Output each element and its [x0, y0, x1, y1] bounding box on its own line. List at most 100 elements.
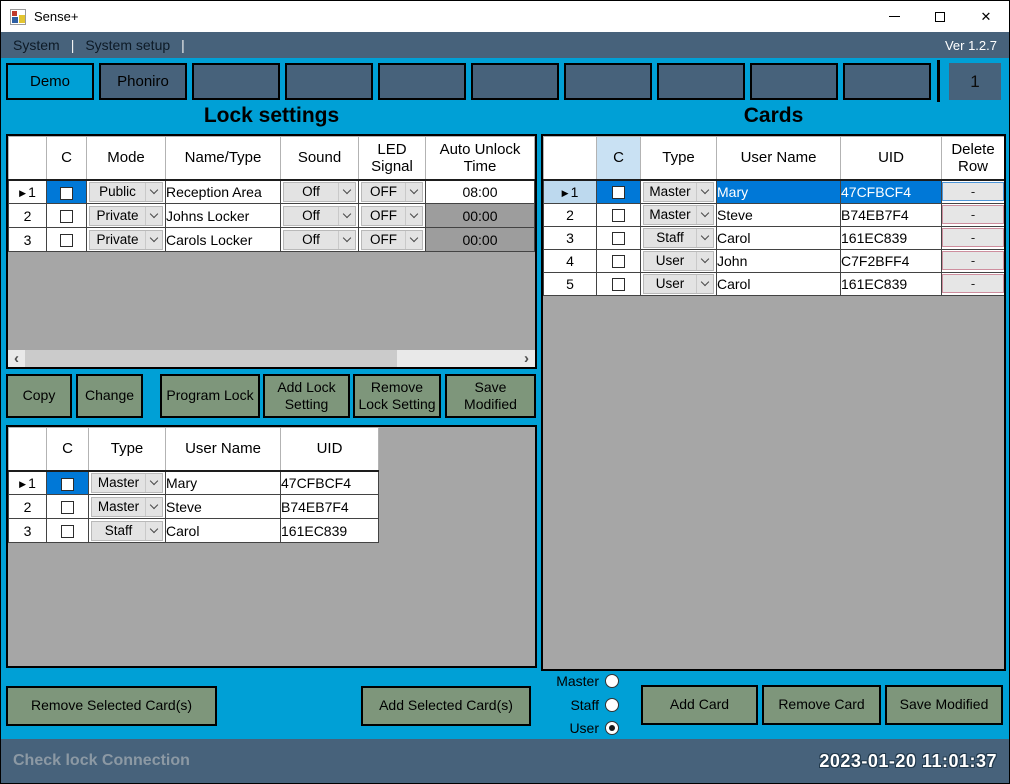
uid-cell[interactable]: 161EC839 — [841, 226, 942, 249]
row-header[interactable]: 2 — [9, 495, 47, 519]
tab-empty-9[interactable] — [750, 63, 838, 100]
user-name-cell[interactable]: Carol — [717, 272, 841, 295]
maximize-button[interactable] — [917, 1, 963, 32]
checkbox[interactable] — [60, 234, 73, 247]
led-dropdown[interactable]: OFF — [361, 230, 423, 250]
tab-empty-10[interactable] — [843, 63, 931, 100]
save-modified-cards-button[interactable]: Save Modified — [885, 685, 1003, 725]
uid-cell[interactable]: 161EC839 — [281, 519, 379, 543]
delete-row-button[interactable]: - — [942, 182, 1004, 201]
copy-button[interactable]: Copy — [6, 374, 72, 418]
row-header[interactable]: ▶1 — [544, 180, 597, 204]
chevron-down-icon[interactable] — [405, 231, 422, 249]
checkbox-cell[interactable] — [47, 204, 87, 228]
row-header[interactable]: 3 — [544, 226, 597, 249]
auto-unlock-time-cell[interactable]: 00:00 — [426, 228, 535, 252]
type-dropdown[interactable]: Master — [91, 473, 163, 493]
chevron-down-icon[interactable] — [338, 207, 355, 225]
delete-row-button[interactable]: - — [942, 251, 1004, 270]
scroll-left-arrow[interactable]: ‹ — [8, 350, 25, 367]
auto-unlock-time-cell[interactable]: 08:00 — [426, 180, 535, 204]
scroll-right-arrow[interactable]: › — [518, 350, 535, 367]
scrollbar-thumb[interactable] — [25, 350, 397, 367]
type-dropdown[interactable]: Master — [91, 497, 163, 517]
chevron-down-icon[interactable] — [145, 231, 162, 249]
chevron-down-icon[interactable] — [696, 183, 713, 201]
checkbox[interactable] — [60, 187, 73, 200]
tab-empty-4[interactable] — [285, 63, 373, 100]
led-dropdown[interactable]: OFF — [361, 182, 423, 202]
add-selected-cards-button[interactable]: Add Selected Card(s) — [361, 686, 531, 726]
radio-button-icon[interactable] — [605, 674, 619, 688]
chevron-down-icon[interactable] — [696, 206, 713, 224]
checkbox[interactable] — [61, 525, 74, 538]
close-button[interactable]: ✕ — [963, 1, 1009, 32]
add-lock-setting-button[interactable]: Add Lock Setting — [263, 374, 350, 418]
chevron-down-icon[interactable] — [145, 474, 162, 492]
checkbox-cell[interactable] — [597, 272, 641, 295]
user-name-cell[interactable]: Steve — [717, 203, 841, 226]
menu-item-system[interactable]: System — [13, 37, 60, 53]
checkbox[interactable] — [61, 501, 74, 514]
minimize-button[interactable] — [871, 1, 917, 32]
row-header[interactable]: 3 — [9, 519, 47, 543]
uid-cell[interactable]: 47CFBCF4 — [841, 180, 942, 204]
tab-phoniro[interactable]: Phoniro — [99, 63, 187, 100]
add-card-button[interactable]: Add Card — [641, 685, 758, 725]
chevron-down-icon[interactable] — [338, 183, 355, 201]
menu-item-system-setup[interactable]: System setup — [85, 37, 170, 53]
save-modified-lock-button[interactable]: Save Modified — [445, 374, 536, 418]
radio-button-icon[interactable] — [605, 721, 619, 735]
sound-dropdown[interactable]: Off — [283, 182, 356, 202]
chevron-down-icon[interactable] — [696, 252, 713, 270]
tab-empty-3[interactable] — [192, 63, 280, 100]
sound-dropdown[interactable]: Off — [283, 206, 356, 226]
checkbox[interactable] — [612, 278, 625, 291]
delete-row-button[interactable]: - — [942, 274, 1004, 293]
checkbox[interactable] — [612, 209, 625, 222]
name-cell[interactable]: Carols Locker — [166, 228, 281, 252]
user-name-cell[interactable]: Carol — [717, 226, 841, 249]
checkbox[interactable] — [612, 186, 625, 199]
uid-cell[interactable]: 161EC839 — [841, 272, 942, 295]
chevron-down-icon[interactable] — [338, 231, 355, 249]
row-header[interactable]: 5 — [544, 272, 597, 295]
led-dropdown[interactable]: OFF — [361, 206, 423, 226]
remove-card-button[interactable]: Remove Card — [762, 685, 881, 725]
checkbox[interactable] — [612, 255, 625, 268]
checkbox-cell[interactable] — [47, 471, 89, 495]
tab-empty-5[interactable] — [378, 63, 466, 100]
horizontal-scrollbar[interactable]: ‹ › — [8, 350, 535, 367]
sound-dropdown[interactable]: Off — [283, 230, 356, 250]
chevron-down-icon[interactable] — [145, 498, 162, 516]
tab-empty-6[interactable] — [471, 63, 559, 100]
tab-demo[interactable]: Demo — [6, 63, 94, 100]
type-dropdown[interactable]: Staff — [91, 521, 163, 541]
checkbox-cell[interactable] — [47, 228, 87, 252]
chevron-down-icon[interactable] — [145, 183, 162, 201]
user-name-cell[interactable]: Mary — [166, 471, 281, 495]
delete-row-button[interactable]: - — [942, 228, 1004, 247]
tab-empty-8[interactable] — [657, 63, 745, 100]
mode-dropdown[interactable]: Private — [89, 230, 163, 250]
chevron-down-icon[interactable] — [696, 229, 713, 247]
checkbox[interactable] — [61, 478, 74, 491]
name-cell[interactable]: Johns Locker — [166, 204, 281, 228]
radio-staff[interactable]: Staff — [547, 697, 619, 713]
checkbox-cell[interactable] — [47, 519, 89, 543]
chevron-down-icon[interactable] — [405, 207, 422, 225]
checkbox-cell[interactable] — [47, 180, 87, 204]
user-name-cell[interactable]: Steve — [166, 495, 281, 519]
row-header[interactable]: ▶1 — [9, 471, 47, 495]
uid-cell[interactable]: B74EB7F4 — [841, 203, 942, 226]
user-name-cell[interactable]: Carol — [166, 519, 281, 543]
uid-cell[interactable]: B74EB7F4 — [281, 495, 379, 519]
checkbox-cell[interactable] — [597, 180, 641, 204]
tab-empty-7[interactable] — [564, 63, 652, 100]
checkbox[interactable] — [612, 232, 625, 245]
chevron-down-icon[interactable] — [405, 183, 422, 201]
change-button[interactable]: Change — [76, 374, 143, 418]
checkbox-cell[interactable] — [597, 249, 641, 272]
checkbox[interactable] — [60, 210, 73, 223]
row-header[interactable]: 2 — [544, 203, 597, 226]
